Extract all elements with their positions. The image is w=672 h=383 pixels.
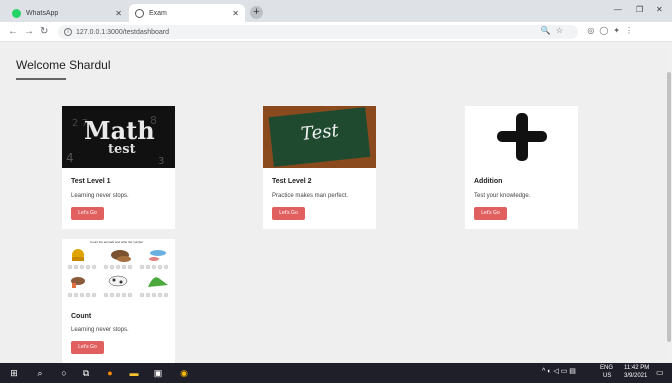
tray-icons[interactable]: ^ ◐ ◁ ▭ ▤ xyxy=(542,367,576,375)
page-title: Welcome Shardul xyxy=(16,58,111,72)
new-tab-button[interactable]: + xyxy=(250,6,263,19)
card-title: Test Level 1 xyxy=(71,178,111,185)
chalkboard-image: Test xyxy=(263,106,376,168)
address-bar[interactable]: i 127.0.0.1:3000/testdashboard 🔍☆ ◎◯✦⋮ xyxy=(58,25,633,39)
page-scrollbar[interactable] xyxy=(666,42,672,363)
globe-icon xyxy=(135,8,144,18)
windows-taskbar: ⊞ ⌕ ○ ⧉ ● ▬ ▣ ◉ ^ ◐ ◁ ▭ ▤ ENG US 11:42 P… xyxy=(0,363,672,383)
plus-image xyxy=(465,106,578,168)
cortana-icon[interactable]: ○ xyxy=(58,367,70,379)
close-icon[interactable]: ✕ xyxy=(115,9,122,18)
browser-tab-strip: WhatsApp ✕ Exam ✕ + — ❐ ✕ xyxy=(0,0,672,22)
tab-exam[interactable]: Exam ✕ xyxy=(129,4,245,22)
lets-go-button[interactable]: Let's Go xyxy=(272,207,305,220)
card-title: Addition xyxy=(474,178,503,185)
minimize-icon[interactable]: — xyxy=(614,5,622,14)
count-animals-image: Count the animals and write the number xyxy=(62,239,175,303)
maximize-icon[interactable]: ❐ xyxy=(636,5,643,14)
search-icon[interactable]: ⌕ xyxy=(34,367,46,379)
url-text: 127.0.0.1:3000/testdashboard xyxy=(76,28,170,36)
browser-toolbar: ← → ↻ i 127.0.0.1:3000/testdashboard 🔍☆ … xyxy=(0,22,672,42)
plus-icon xyxy=(497,113,547,161)
dashboard-page: Welcome Shardul 2 7 8 4 3 Math test Test… xyxy=(0,42,666,363)
card-description: Test your knowledge. xyxy=(474,193,531,199)
lets-go-button[interactable]: Let's Go xyxy=(71,341,104,354)
math-test-image: 2 7 8 4 3 Math test xyxy=(62,106,175,168)
card-description: Practice makes man perfect. xyxy=(272,193,349,199)
card-title: Test Level 2 xyxy=(272,178,312,185)
notifications-icon[interactable]: ▭ xyxy=(656,368,664,377)
info-icon[interactable]: i xyxy=(64,28,72,36)
svg-text:3: 3 xyxy=(158,156,164,167)
card-test-level-1: 2 7 8 4 3 Math test Test Level 1 Learnin… xyxy=(62,106,175,229)
whatsapp-icon xyxy=(12,8,21,18)
card-description: Learning never stops. xyxy=(71,193,129,199)
clock-date: 3/9/2021 xyxy=(624,373,648,379)
math-word: Math xyxy=(84,116,155,145)
close-window-icon[interactable]: ✕ xyxy=(656,5,663,14)
chrome-icon[interactable]: ◉ xyxy=(178,367,190,379)
lets-go-button[interactable]: Let's Go xyxy=(71,207,104,220)
test-word: test xyxy=(108,142,136,157)
tab-label: Exam xyxy=(149,9,167,17)
task-view-icon[interactable]: ⧉ xyxy=(80,367,92,379)
chalkboard-word: Test xyxy=(300,120,340,145)
clock-time[interactable]: 11:42 PM xyxy=(624,365,649,371)
region-indicator: US xyxy=(603,373,612,379)
language-indicator[interactable]: ENG xyxy=(600,365,613,371)
reload-icon[interactable]: ↻ xyxy=(40,26,48,38)
close-icon[interactable]: ✕ xyxy=(232,9,239,18)
card-description: Learning never stops. xyxy=(71,327,129,333)
lets-go-button[interactable]: Let's Go xyxy=(474,207,507,220)
tab-whatsapp[interactable]: WhatsApp ✕ xyxy=(6,4,128,22)
extension-icons[interactable]: ◎◯✦⋮ xyxy=(587,26,638,35)
card-test-level-2: Test Test Level 2 Practice makes man per… xyxy=(263,106,376,229)
app-icon[interactable]: ▣ xyxy=(152,367,164,379)
tab-label: WhatsApp xyxy=(26,9,59,17)
file-explorer-icon[interactable]: ▬ xyxy=(128,367,140,379)
card-count: Count the animals and write the number C… xyxy=(62,239,175,363)
back-icon[interactable]: ← xyxy=(8,26,18,38)
card-addition: Addition Test your knowledge. Let's Go xyxy=(465,106,578,229)
title-underline xyxy=(16,78,66,80)
omnibox-icons[interactable]: 🔍☆ xyxy=(541,26,568,35)
animals-illustration xyxy=(67,249,169,298)
card-title: Count xyxy=(71,313,92,320)
forward-icon[interactable]: → xyxy=(24,26,34,38)
svg-text:4: 4 xyxy=(66,151,74,165)
windows-start-icon[interactable]: ⊞ xyxy=(8,367,20,379)
firefox-icon[interactable]: ● xyxy=(104,367,116,379)
scrollbar-thumb[interactable] xyxy=(667,72,671,342)
